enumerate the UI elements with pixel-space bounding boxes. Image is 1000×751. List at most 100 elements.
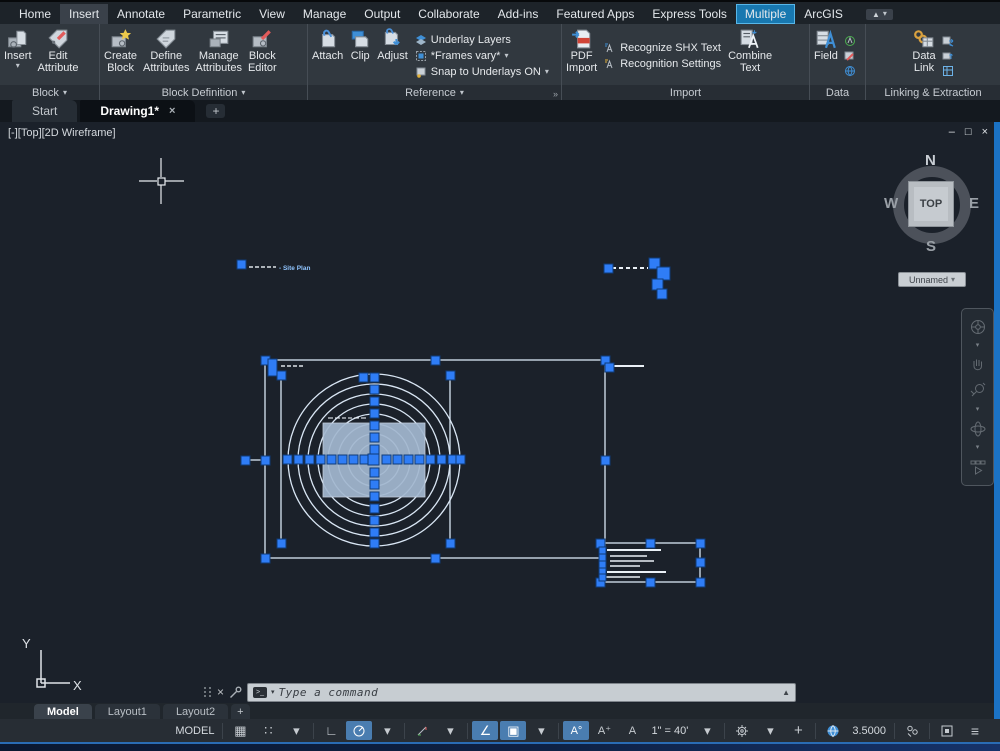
file-tab-start[interactable]: Start <box>12 100 77 122</box>
annotation-scale-icon[interactable]: A <box>619 721 645 740</box>
zoom-icon[interactable] <box>969 381 987 399</box>
polar-tracking-icon[interactable] <box>346 721 372 740</box>
viewcube-west[interactable]: W <box>884 195 898 212</box>
chevron-down-icon[interactable]: ▾ <box>374 721 400 740</box>
annotation-monitor-globe-icon[interactable] <box>820 721 846 740</box>
new-drawing-button[interactable]: + <box>206 104 225 118</box>
tab-home[interactable]: Home <box>10 4 60 24</box>
crosshair-plus-icon[interactable]: + <box>785 721 811 740</box>
orbit-icon[interactable] <box>969 420 987 438</box>
panel-footer-block[interactable]: Block ▾ <box>0 85 99 100</box>
chevron-down-icon[interactable]: ▾ <box>271 688 275 696</box>
recognize-shx-text-button[interactable]: Recognize SHX Text <box>604 42 721 54</box>
model-space-button[interactable]: MODEL <box>171 725 218 737</box>
workspace-gear-icon[interactable] <box>729 721 755 740</box>
chevron-down-icon[interactable]: ▾ <box>757 721 783 740</box>
convert-field-icon[interactable] <box>844 50 856 62</box>
chevron-down-icon[interactable]: ▾ <box>528 721 554 740</box>
panel-footer-block-definition[interactable]: Block Definition ▾ <box>100 85 307 100</box>
tab-insert[interactable]: Insert <box>60 4 108 24</box>
define-attributes-button[interactable]: Define Attributes <box>141 26 191 85</box>
chevron-down-icon[interactable]: ▾ <box>976 343 980 349</box>
tab-annotate[interactable]: Annotate <box>108 4 174 24</box>
tab-express-tools[interactable]: Express Tools <box>643 4 735 24</box>
chevron-down-icon[interactable]: ▾ <box>976 445 980 451</box>
tab-collaborate[interactable]: Collaborate <box>409 4 488 24</box>
command-history-up-icon[interactable]: ▲ <box>782 688 790 697</box>
navigation-wheel-icon[interactable] <box>969 318 987 336</box>
manage-attributes-button[interactable]: Manage Attributes <box>194 26 244 85</box>
block-editor-button[interactable]: Block Editor <box>246 26 279 85</box>
customize-wrench-icon[interactable] <box>229 686 242 699</box>
tab-featured-apps[interactable]: Featured Apps <box>547 4 643 24</box>
pdf-import-button[interactable]: PDF Import <box>564 26 599 85</box>
data-link-button[interactable]: Data Link <box>910 26 937 85</box>
annotation-scale-value[interactable]: 1" = 40' <box>647 725 692 737</box>
panel-footer-data[interactable]: Data <box>810 85 865 100</box>
restore-icon[interactable]: □ <box>965 126 972 138</box>
selected-geometry[interactable] <box>249 360 700 582</box>
tab-output[interactable]: Output <box>355 4 409 24</box>
named-view-dropdown[interactable]: Unnamed ▾ <box>898 272 966 287</box>
tab-layout1[interactable]: Layout1 <box>95 704 160 719</box>
viewport-controls-label[interactable]: [-][Top][2D Wireframe] <box>8 127 116 139</box>
attach-button[interactable]: Attach <box>310 26 345 85</box>
viewcube-south[interactable]: S <box>926 238 936 255</box>
command-input[interactable]: >_ ▾ Type a command ▲ <box>247 683 796 702</box>
create-block-button[interactable]: Create Block <box>102 26 139 85</box>
close-icon[interactable]: × <box>217 685 224 699</box>
field-button[interactable]: Field <box>812 26 840 85</box>
tab-parametric[interactable]: Parametric <box>174 4 250 24</box>
insert-button[interactable]: Insert ▾ <box>2 26 34 85</box>
extract-data-icon[interactable] <box>942 35 954 47</box>
recognition-settings-button[interactable]: Recognition Settings <box>604 58 721 70</box>
annotation-visibility-icon[interactable]: A° <box>563 721 589 740</box>
chevron-down-icon[interactable]: ▾ <box>437 721 463 740</box>
globe-data-icon[interactable] <box>844 65 856 77</box>
command-bar-drag-handle[interactable] <box>204 687 212 697</box>
isometric-drafting-icon[interactable] <box>409 721 435 740</box>
frames-vary-button[interactable]: *Frames vary* ▾ <box>415 50 549 62</box>
chevron-down-icon[interactable]: ▾ <box>976 407 980 413</box>
viewcube[interactable]: N W E S TOP Unnamed ▾ <box>884 146 980 292</box>
close-icon[interactable]: × <box>982 126 988 138</box>
tab-multiple[interactable]: Multiple <box>736 4 795 24</box>
status-value[interactable]: 3.5000 <box>848 725 890 737</box>
snap-to-underlays-button[interactable]: Snap to Underlays ON ▾ <box>415 66 549 78</box>
viewcube-north[interactable]: N <box>925 152 936 169</box>
autoscale-icon[interactable]: A⁺ <box>591 721 617 740</box>
edit-attribute-button[interactable]: Edit Attribute <box>36 26 81 85</box>
panel-footer-reference[interactable]: Reference ▾ » <box>308 85 561 100</box>
docked-palette-edge[interactable] <box>994 122 1000 742</box>
grid-icon[interactable]: ▦ <box>227 721 253 740</box>
new-layout-button[interactable]: + <box>231 704 249 719</box>
upload-extraction-icon[interactable] <box>942 50 954 62</box>
ortho-mode-icon[interactable]: ∟ <box>318 721 344 740</box>
panel-footer-import[interactable]: Import <box>562 85 809 100</box>
clip-button[interactable]: Clip <box>347 26 373 85</box>
fullscreen-icon[interactable] <box>934 721 960 740</box>
panel-launcher-icon[interactable]: » <box>553 89 558 99</box>
object-snap-tracking-icon[interactable]: ∠ <box>472 721 498 740</box>
chevron-down-icon[interactable]: ▾ <box>283 721 309 740</box>
update-fields-icon[interactable] <box>844 35 856 47</box>
tab-manage[interactable]: Manage <box>294 4 355 24</box>
snap-mode-icon[interactable]: ∷ <box>255 721 281 740</box>
tab-model[interactable]: Model <box>34 704 92 719</box>
table-extraction-icon[interactable] <box>942 65 954 77</box>
close-icon[interactable]: × <box>169 105 175 117</box>
pan-hand-icon[interactable] <box>969 356 987 374</box>
tab-view[interactable]: View <box>250 4 294 24</box>
viewcube-east[interactable]: E <box>969 195 979 212</box>
customization-menu-icon[interactable]: ≡ <box>962 721 988 740</box>
tab-arcgis[interactable]: ArcGIS <box>795 4 852 24</box>
drawing-canvas[interactable]: - Site Plan <box>0 122 1000 703</box>
showmotion-icon[interactable] <box>969 458 987 476</box>
minimize-icon[interactable]: – <box>949 126 955 138</box>
tab-add-ins[interactable]: Add-ins <box>489 4 548 24</box>
ribbon-display-button[interactable]: ▲ ▾ <box>866 9 893 20</box>
panel-footer-linking[interactable]: Linking & Extraction <box>866 85 1000 100</box>
tab-layout2[interactable]: Layout2 <box>163 704 228 719</box>
chevron-down-icon[interactable]: ▾ <box>694 721 720 740</box>
object-snap-icon[interactable]: ▣ <box>500 721 526 740</box>
